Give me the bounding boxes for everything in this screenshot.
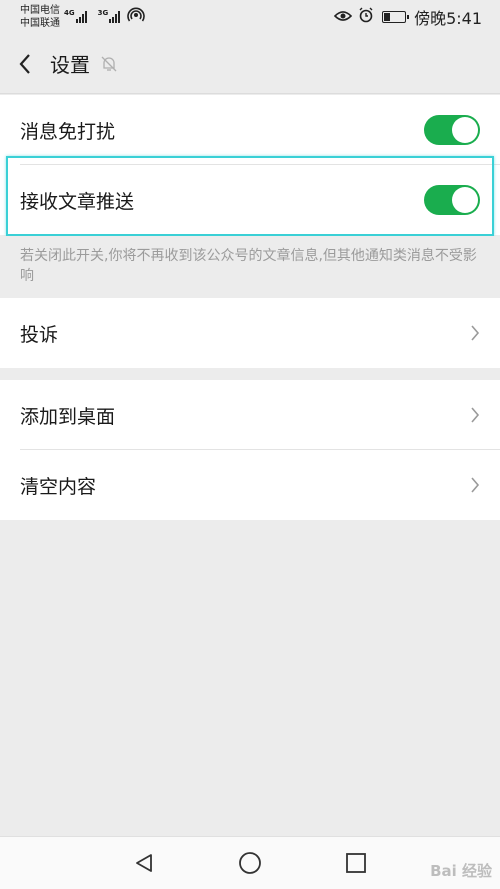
battery-icon: [382, 11, 410, 23]
status-bar: 中国电信 中国联通 4G 3G 傍晚5:41: [0, 0, 500, 34]
dnd-label: 消息免打扰: [20, 120, 116, 143]
network-type-1: 4G: [64, 9, 75, 17]
receive-articles-note: 若关闭此开关,你将不再收到该公众号的文章信息,但其他通知类消息不受影响: [0, 236, 500, 298]
receive-articles-row: 接收文章推送: [0, 165, 500, 235]
complain-row[interactable]: 投诉: [0, 298, 500, 368]
receive-articles-label: 接收文章推送: [20, 190, 135, 213]
chevron-right-icon: [470, 406, 480, 424]
signal-bars-icon: [109, 11, 121, 23]
circle-home-icon: [239, 852, 261, 874]
alarm-icon: [352, 7, 374, 27]
watermark: Bai 经验: [430, 862, 492, 880]
notification-settings: 消息免打扰 接收文章推送: [0, 95, 500, 235]
dnd-toggle[interactable]: [424, 115, 480, 145]
nav-recents-button[interactable]: [303, 837, 409, 889]
carrier-2: 中国联通: [20, 18, 60, 29]
dnd-row: 消息免打扰: [0, 95, 500, 165]
hotspot-icon: [127, 7, 146, 27]
page-title: 设置: [50, 53, 90, 77]
chevron-right-icon: [470, 324, 480, 342]
clear-content-label: 清空内容: [20, 475, 97, 498]
triangle-back-icon: [136, 854, 152, 872]
network-type-2: 3G: [97, 9, 109, 17]
carrier-1: 中国电信: [20, 5, 60, 16]
more-actions-section: 添加到桌面 清空内容: [0, 380, 500, 520]
add-to-desktop-label: 添加到桌面: [20, 405, 116, 428]
square-recents-icon: [346, 853, 366, 873]
eye-comfort-icon: [328, 8, 353, 27]
app-header: 设置: [0, 34, 500, 94]
clock: 傍晚5:41: [414, 9, 482, 28]
system-nav-bar: Bai 经验: [0, 836, 500, 889]
nav-home-button[interactable]: [197, 837, 303, 889]
complain-label: 投诉: [20, 323, 59, 346]
clear-content-row[interactable]: 清空内容: [0, 450, 500, 520]
muted-bell-icon: [100, 55, 118, 73]
signal-2: 3G: [97, 9, 128, 23]
complain-section: 投诉: [0, 298, 500, 368]
chevron-left-icon: [19, 53, 30, 74]
carrier-labels: 中国电信 中国联通: [20, 4, 60, 30]
signal-bars-icon: [75, 11, 88, 23]
nav-back-button[interactable]: [91, 837, 197, 889]
receive-articles-toggle[interactable]: [424, 185, 480, 215]
back-button[interactable]: [0, 34, 50, 94]
chevron-right-icon: [470, 476, 480, 494]
add-to-desktop-row[interactable]: 添加到桌面: [0, 380, 500, 450]
signal-1: 4G: [64, 9, 94, 23]
